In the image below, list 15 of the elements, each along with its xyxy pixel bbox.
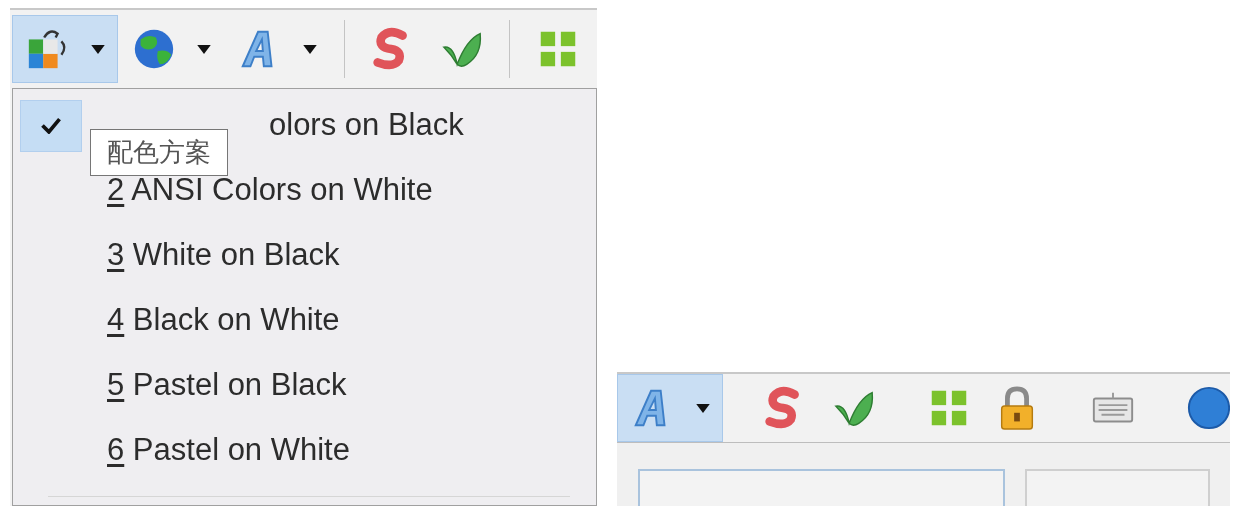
tooltip: 配色方案	[90, 129, 228, 176]
menu-item[interactable]: 5 Pastel on Black	[13, 353, 596, 418]
dropdown-button[interactable]	[12, 15, 118, 83]
input-field[interactable]	[1025, 469, 1210, 506]
caret-icon	[197, 44, 211, 54]
caret-icon	[696, 403, 710, 413]
dropdown-button[interactable]	[617, 374, 723, 442]
help-icon	[1186, 385, 1230, 431]
menu-item[interactable]: 4 Black on White	[13, 288, 596, 353]
menu-item[interactable]: 3 White on Black	[13, 223, 596, 288]
checkmark-icon	[40, 117, 62, 134]
caret-icon	[91, 44, 105, 54]
input-field[interactable]	[638, 469, 1005, 506]
menu-item[interactable]: 6 Pastel on White	[13, 418, 596, 483]
caret-icon	[303, 44, 317, 54]
